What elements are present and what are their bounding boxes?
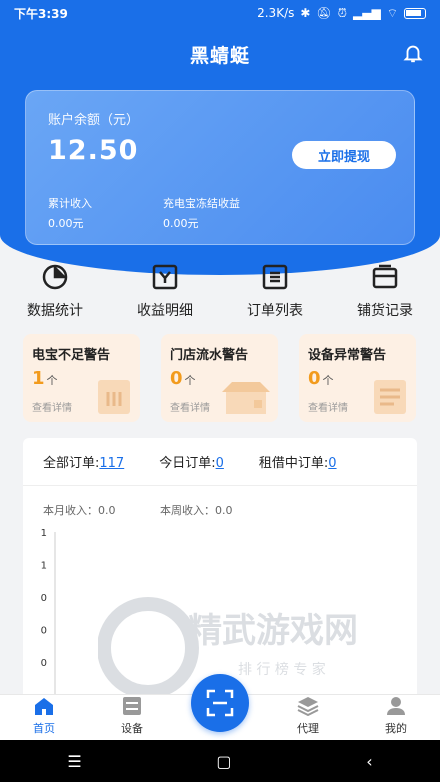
document-illustration-icon — [374, 380, 406, 414]
bluetooth-icon: ✱ — [300, 6, 311, 20]
withdraw-button[interactable]: 立即提现 — [292, 141, 396, 169]
warning-count: 0个 — [308, 368, 334, 389]
home-icon — [35, 698, 53, 715]
renting-orders: 租借中订单:0 — [258, 456, 337, 471]
page-title: 黑蜻蜓 — [189, 44, 250, 67]
menu-label: 铺货记录 — [357, 303, 413, 319]
alarm-icon: ⏰︎ — [337, 5, 348, 20]
warning-title: 电宝不足警告 — [32, 348, 111, 363]
warning-title: 门店流水警告 — [170, 348, 249, 363]
wifi-icon: ⌔ — [386, 5, 398, 20]
frozen-income-label: 充电宝冻结收益 — [163, 197, 240, 210]
nav-profile[interactable]: 我的 — [352, 695, 440, 740]
warning-card-store-flow[interactable]: 门店流水警告 0个 查看详情 — [161, 334, 278, 422]
bell-icon[interactable] — [402, 42, 424, 64]
menu-item-income-detail[interactable]: 收益明细 — [110, 262, 220, 332]
signal-icon: ▂▄▆ — [353, 6, 381, 20]
network-speed: 2.3K/s — [257, 6, 295, 20]
menu-icon[interactable]: ☰ — [67, 752, 81, 771]
menu-label: 数据统计 — [27, 303, 83, 319]
warning-card-powerbank[interactable]: 电宝不足警告 1个 查看详情 — [23, 334, 140, 422]
nav-agent[interactable]: 代理 — [264, 695, 352, 740]
view-detail-link[interactable]: 查看详情 — [308, 399, 348, 414]
today-orders-link[interactable]: 0 — [216, 456, 224, 471]
all-orders-link[interactable]: 117 — [99, 456, 124, 471]
nav-home[interactable]: 首页 — [0, 695, 88, 740]
today-orders: 今日订单:0 — [159, 456, 224, 471]
stock-record-icon — [372, 264, 398, 289]
view-detail-link[interactable]: 查看详情 — [170, 399, 210, 414]
renting-orders-link[interactable]: 0 — [328, 456, 336, 471]
profile-icon — [387, 697, 405, 715]
mute-icon: 🔕︎ — [316, 6, 332, 20]
chart-y-tick-label: 1 — [41, 528, 47, 539]
nav-device[interactable]: 设备 — [88, 695, 176, 740]
frozen-income-value: 0.00元 — [163, 217, 199, 230]
status-bar: 下午3:39 2.3K/s ✱ 🔕︎ ⏰︎ ▂▄▆ ⌔ — [0, 0, 440, 26]
order-list-icon — [262, 264, 288, 290]
total-income-value: 0.00元 — [48, 217, 84, 230]
week-income: 本周收入：0.0 — [160, 504, 233, 517]
balance-label: 账户余额（元） — [48, 113, 140, 128]
nav-label: 设备 — [121, 722, 143, 735]
watermark-subtitle: 排 行 榜 专 家 — [238, 661, 326, 678]
nav-label: 我的 — [385, 722, 407, 735]
chart-y-tick-label: 0 — [41, 626, 47, 637]
agent-icon — [297, 697, 319, 716]
income-detail-icon — [152, 264, 178, 290]
menu-label: 收益明细 — [137, 303, 193, 319]
watermark-title: 精武游戏网 — [188, 611, 358, 651]
balance-card: 账户余额（元） 12.50 立即提现 累计收入 0.00元 充电宝冻结收益 0.… — [25, 90, 415, 245]
status-time: 下午3:39 — [14, 6, 68, 21]
chart-y-tick-label: 0 — [41, 658, 47, 669]
menu-label: 订单列表 — [247, 303, 303, 319]
view-detail-link[interactable]: 查看详情 — [32, 399, 72, 414]
menu-item-stock-record[interactable]: 铺货记录 — [330, 262, 440, 332]
warning-count: 1个 — [32, 368, 58, 389]
home-square-icon[interactable]: ▢ — [216, 752, 231, 771]
store-illustration-icon — [222, 382, 270, 414]
month-income: 本月收入：0.0 — [43, 504, 116, 517]
warning-card-device-error[interactable]: 设备异常警告 0个 查看详情 — [299, 334, 416, 422]
status-icons: 2.3K/s ✱ 🔕︎ ⏰︎ ▂▄▆ ⌔ — [257, 6, 426, 21]
device-icon — [123, 697, 141, 715]
warning-count: 0个 — [170, 368, 196, 389]
balance-amount: 12.50 — [48, 135, 139, 166]
quick-menu: 数据统计 收益明细 订单列表 铺货记录 — [0, 262, 440, 332]
warning-title: 设备异常警告 — [308, 348, 387, 363]
app-screen: 下午3:39 2.3K/s ✱ 🔕︎ ⏰︎ ▂▄▆ ⌔ 黑蜻蜓 账户余额（元） … — [0, 0, 440, 782]
warning-cards: 电宝不足警告 1个 查看详情 门店流水警告 0个 查看详情 设备异常警告 0个 … — [23, 334, 417, 424]
all-orders: 全部订单:117 — [43, 456, 125, 471]
menu-item-data-stats[interactable]: 数据统计 — [0, 262, 110, 332]
system-nav-bar: ☰ ▢ ‹ — [0, 740, 440, 782]
scan-button[interactable] — [191, 674, 249, 732]
scan-icon — [206, 689, 234, 717]
chart-y-tick-label: 1 — [41, 561, 47, 572]
back-icon[interactable]: ‹ — [366, 752, 372, 771]
battery-icon — [404, 7, 426, 19]
order-summary: 全部订单:117 今日订单:0 租借中订单:0 — [23, 438, 417, 486]
chart-y-tick-label: 0 — [41, 593, 47, 604]
battery-illustration-icon — [98, 380, 130, 414]
income-chart: 1 1 0 0 0 — [41, 528, 56, 712]
nav-label: 首页 — [33, 722, 55, 735]
watermark-logo: 精武游戏网 排 行 榜 专 家 — [98, 597, 358, 699]
total-income-label: 累计收入 — [48, 197, 92, 210]
pie-chart-icon — [42, 264, 68, 290]
menu-item-order-list[interactable]: 订单列表 — [220, 262, 330, 332]
nav-label: 代理 — [297, 722, 319, 735]
